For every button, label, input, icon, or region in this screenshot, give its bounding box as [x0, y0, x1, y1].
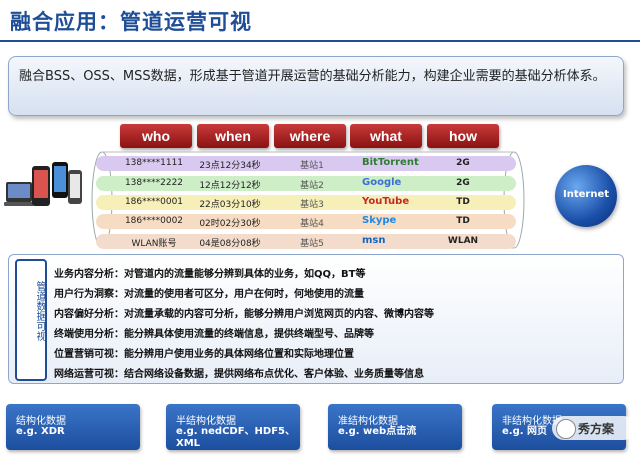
page-title: 融合应用：管道运营可视 — [10, 10, 252, 34]
data-type-title: 结构化数据 — [16, 416, 66, 427]
data-type-quasi-structured: 准结构化数据 e.g. web点击流 — [328, 404, 462, 450]
analysis-item: 内容偏好分析：对流量承载的内容可分析，能够分辨用户浏览网页的内容、微博内容等 — [54, 309, 434, 320]
column-header-where: where — [274, 124, 346, 148]
row-network: TD — [456, 216, 470, 226]
row-phone: 186****0001 — [124, 197, 184, 207]
column-header-what: what — [350, 124, 422, 148]
column-header-label: who — [142, 128, 170, 144]
analysis-item: 业务内容分析：对管道内的流量能够分辨到具体的业务，如QQ，BT等 — [54, 269, 366, 280]
row-station: 基站5 — [300, 239, 324, 249]
row-time: 22点03分10秒 — [199, 200, 261, 210]
row-phone: 138****2222 — [124, 178, 184, 188]
mobile-devices-icon — [4, 162, 82, 206]
table-row: 138****1111 23点12分34秒 基站1 BitTorrent 2G — [96, 156, 516, 171]
data-type-title: 准结构化数据 — [338, 416, 398, 427]
row-station: 基站1 — [300, 161, 324, 171]
google-logo: Google — [362, 177, 402, 188]
row-network: 2G — [456, 158, 470, 168]
wechat-icon — [556, 419, 576, 439]
column-header-label: how — [449, 128, 477, 144]
row-station: 基站4 — [300, 219, 324, 229]
row-time: 04是08分08秒 — [199, 239, 261, 249]
column-header-who: who — [120, 124, 192, 148]
msn-logo: msn — [362, 235, 386, 246]
internet-globe-icon: Internet — [555, 165, 617, 227]
intro-box: 融合BSS、OSS、MSS数据，形成基于管道开展运营的基础分析能力，构建企业需要… — [8, 56, 624, 116]
globe-label: Internet — [562, 189, 609, 200]
analysis-panel: 管道数据可视 业务内容分析：对管道内的流量能够分辨到具体的业务，如QQ，BT等 … — [8, 254, 624, 384]
table-row: 186****0001 22点03分10秒 基站3 YouTube TD — [96, 195, 516, 210]
table-row: WLAN账号 04是08分08秒 基站5 msn WLAN — [96, 234, 516, 249]
row-network: 2G — [456, 178, 470, 188]
analysis-item: 网络运营可视：结合网络设备数据，提供网络布点优化、客户体验、业务质量等信息 — [54, 369, 424, 380]
data-type-example: e.g. web点击流 — [338, 426, 417, 437]
row-time: 02时02分30秒 — [199, 219, 261, 229]
column-header-label: where — [289, 128, 331, 144]
data-type-structured: 结构化数据 e.g. XDR — [6, 404, 140, 450]
youtube-logo: YouTube — [362, 196, 410, 207]
side-label: 管道数据可视 — [15, 259, 47, 381]
column-header-when: when — [197, 124, 269, 148]
analysis-item: 位置营销可视：能分辨用户使用业务的具体网络位置和实际地理位置 — [54, 349, 354, 360]
row-phone: WLAN账号 — [131, 239, 177, 249]
row-network: TD — [456, 197, 470, 207]
analysis-item: 终端使用分析：能分辨具体使用流量的终端信息，提供终端型号、品牌等 — [54, 329, 374, 340]
title-rule — [0, 40, 640, 42]
watermark-text: 秀方案 — [578, 422, 615, 436]
intro-text: 融合BSS、OSS、MSS数据，形成基于管道开展运营的基础分析能力，构建企业需要… — [19, 69, 606, 84]
row-station: 基站2 — [300, 181, 324, 191]
row-station: 基站3 — [300, 200, 324, 210]
row-time: 12点12分12秒 — [199, 181, 261, 191]
data-type-semi-structured: 半结构化数据 e.g. nedCDF、HDF5、XML — [166, 404, 300, 450]
side-label-text: 管道数据可视 — [34, 281, 45, 341]
column-header-label: what — [370, 128, 402, 144]
data-type-example: e.g. XDR — [16, 426, 65, 437]
data-type-example: e.g. nedCDF、HDF5、XML — [176, 426, 296, 449]
skype-logo: Skype — [362, 215, 397, 226]
data-type-title: 半结构化数据 — [176, 416, 236, 427]
bittorrent-logo: BitTorrent — [362, 157, 419, 168]
row-network: WLAN — [447, 236, 479, 246]
analysis-item: 用户行为洞察：对流量的使用者可区分，用户在何时，何地使用的流量 — [54, 289, 364, 300]
table-row: 186****0002 02时02分30秒 基站4 Skype TD — [96, 214, 516, 229]
table-row: 138****2222 12点12分12秒 基站2 Google 2G — [96, 176, 516, 191]
row-phone: 138****1111 — [124, 158, 184, 168]
row-time: 23点12分34秒 — [199, 161, 261, 171]
column-header-label: when — [215, 128, 251, 144]
column-header-how: how — [427, 124, 499, 148]
watermark: 秀方案 — [552, 416, 636, 440]
row-phone: 186****0002 — [124, 216, 184, 226]
